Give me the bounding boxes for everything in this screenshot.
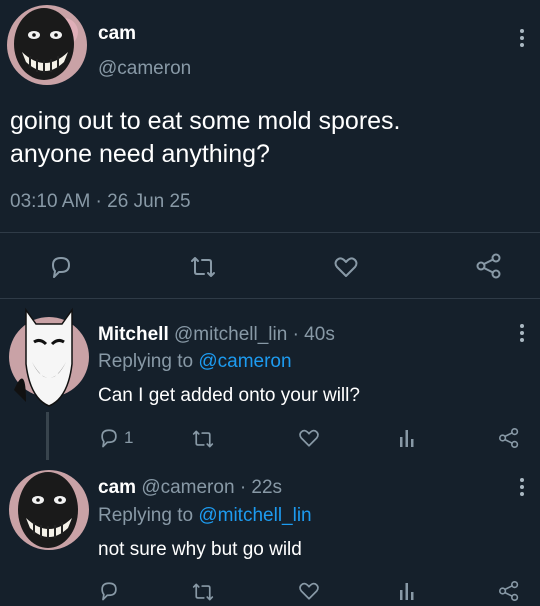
share-icon bbox=[476, 253, 501, 279]
reply-time[interactable]: · 22s bbox=[240, 477, 282, 498]
reply-button[interactable] bbox=[47, 253, 75, 281]
analytics-icon bbox=[400, 430, 414, 447]
handle[interactable]: @cameron bbox=[98, 58, 191, 80]
like-icon bbox=[299, 429, 319, 447]
reply-icon bbox=[101, 582, 117, 601]
tweet-text-line2: anyone need anything? bbox=[10, 140, 270, 168]
share-icon bbox=[499, 428, 519, 449]
like-icon bbox=[299, 582, 319, 600]
retweet-button[interactable] bbox=[190, 428, 216, 450]
thread-line bbox=[46, 412, 49, 460]
like-button[interactable] bbox=[297, 426, 321, 450]
like-icon bbox=[334, 257, 358, 277]
replying-label: Replying to bbox=[98, 505, 194, 526]
more-icon[interactable] bbox=[516, 324, 528, 346]
replying-to: Replying to @mitchell_lin bbox=[98, 505, 312, 527]
more-icon[interactable] bbox=[516, 478, 528, 500]
share-button[interactable] bbox=[497, 426, 521, 450]
retweet-icon bbox=[192, 430, 214, 448]
retweet-icon bbox=[192, 583, 214, 601]
retweet-button[interactable] bbox=[190, 581, 216, 603]
divider bbox=[0, 298, 540, 299]
replying-to-link[interactable]: @cameron bbox=[198, 351, 291, 372]
reply-time[interactable]: · 40s bbox=[293, 324, 335, 345]
display-name[interactable]: Mitchell bbox=[98, 324, 169, 345]
reply-header: Mitchell @mitchell_lin · 40s bbox=[98, 324, 335, 346]
share-button[interactable] bbox=[497, 579, 521, 603]
replying-to-link[interactable]: @mitchell_lin bbox=[198, 505, 311, 526]
retweet-button[interactable] bbox=[188, 254, 218, 280]
reply-icon bbox=[52, 257, 70, 278]
timestamp[interactable]: 03:10 AM · 26 Jun 25 bbox=[10, 191, 191, 213]
like-button[interactable] bbox=[332, 253, 360, 281]
replying-to: Replying to @cameron bbox=[98, 351, 292, 373]
replying-label: Replying to bbox=[98, 351, 194, 372]
avatar[interactable] bbox=[6, 302, 92, 412]
reply-text: not sure why but go wild bbox=[98, 539, 302, 560]
avatar[interactable] bbox=[6, 462, 92, 558]
reply-text: Can I get added onto your will? bbox=[98, 385, 360, 406]
analytics-button[interactable] bbox=[398, 427, 416, 449]
divider bbox=[0, 232, 540, 233]
handle[interactable]: @mitchell_lin bbox=[174, 324, 287, 345]
share-icon bbox=[499, 580, 519, 601]
analytics-icon bbox=[400, 583, 414, 600]
share-button[interactable] bbox=[474, 252, 504, 280]
like-button[interactable] bbox=[297, 579, 321, 603]
reply-button[interactable] bbox=[97, 579, 121, 603]
reply-count: 1 bbox=[124, 428, 134, 447]
display-name[interactable]: cam bbox=[98, 23, 136, 45]
more-icon[interactable] bbox=[516, 29, 528, 51]
display-name[interactable]: cam bbox=[98, 477, 136, 498]
handle[interactable]: @cameron bbox=[141, 477, 234, 498]
reply-icon bbox=[101, 429, 117, 448]
tweet-text-line1: going out to eat some mold spores. bbox=[10, 107, 401, 135]
analytics-button[interactable] bbox=[398, 580, 416, 602]
avatar[interactable] bbox=[4, 2, 90, 88]
reply-header: cam @cameron · 22s bbox=[98, 477, 282, 499]
retweet-icon bbox=[191, 257, 215, 277]
reply-button[interactable]: 1 bbox=[97, 426, 133, 450]
